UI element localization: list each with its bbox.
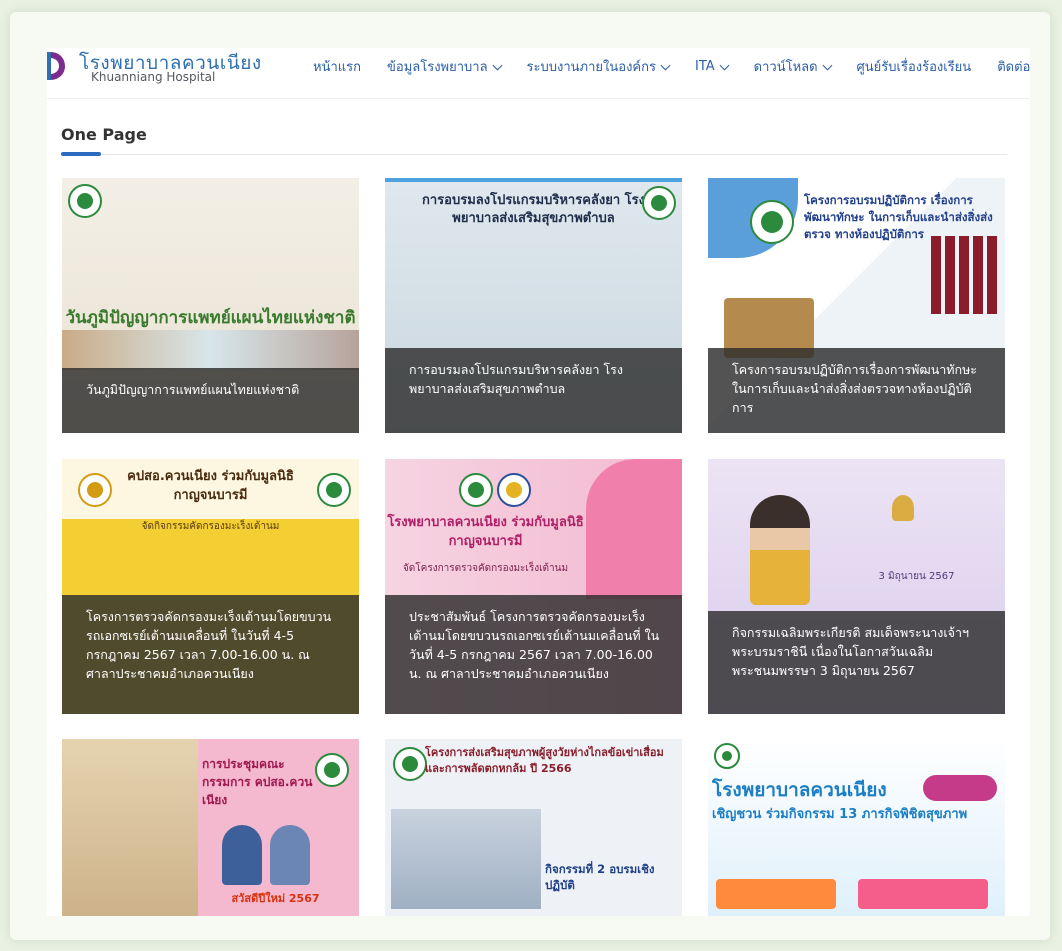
photo-elderly-exercise bbox=[555, 803, 674, 863]
news-card[interactable]: โรงพยาบาลควนเนียง ร่วมกับมูลนิธิกาญจนบาร… bbox=[385, 459, 682, 714]
photo-portrait bbox=[750, 495, 810, 605]
photo-group bbox=[391, 252, 676, 346]
news-card[interactable]: โรงพยาบาลควนเนียง เชิญชวน ร่วมกิจกรรม 13… bbox=[708, 739, 1005, 916]
card-image-subtitle: เชิญชวน ร่วมกิจกรรม 13 ภารกิจพิชิตสุขภาพ bbox=[712, 807, 968, 822]
nav-hospital-info[interactable]: ข้อมูลโรงพยาบาล bbox=[387, 56, 502, 77]
nav-label: ติดต่อเรา bbox=[997, 60, 1030, 75]
foundation-logo-icon bbox=[497, 473, 531, 507]
news-card[interactable]: 3 มิถุนายน 2567 กิจกรรมเฉลิมพระเกียรติ ส… bbox=[708, 459, 1005, 714]
nav-home[interactable]: หน้าแรก bbox=[313, 56, 361, 77]
chevron-down-icon bbox=[660, 60, 671, 70]
photo-meeting-room bbox=[62, 739, 212, 916]
card-image-headline: โครงการส่งเสริมสุขภาพผู้สูงวัยห่างไกลข้อ… bbox=[425, 746, 664, 775]
moph-logo-icon bbox=[642, 186, 676, 220]
card-image-subtitle: สวัสดีปีใหม่ 2567 bbox=[231, 892, 320, 905]
card-image-headline: วันภูมิปัญญาการแพทย์แผนไทยแห่งชาติ bbox=[65, 308, 356, 328]
card-caption: การอบรมลงโปรแกรมบริหารคลังยา โรงพยาบาลส่… bbox=[385, 348, 682, 433]
page: โรงพยาบาลควนเนียง Khuanniang Hospital หน… bbox=[47, 48, 1030, 916]
card-image-subtitle: จัดกิจกรรมคัดกรองมะเร็งเต้านม bbox=[141, 521, 280, 532]
chevron-down-icon bbox=[719, 60, 730, 70]
moph-logo-icon bbox=[750, 200, 794, 244]
news-card[interactable]: การประชุมคณะกรรมการ คปสอ.ควนเนียง สวัสดี… bbox=[62, 739, 359, 916]
royal-emblem-icon bbox=[892, 495, 914, 521]
nav-internal-systems[interactable]: ระบบงานภายในองค์กร bbox=[526, 56, 671, 77]
news-card[interactable]: การอบรมลงโปรแกรมบริหารคลังยา โรงพยาบาลส่… bbox=[385, 178, 682, 433]
card-image-headline: โรงพยาบาลควนเนียง ร่วมกับมูลนิธิกาญจนบาร… bbox=[387, 515, 584, 549]
nav-complaints[interactable]: ศูนย์รับเรื่องร้องเรียน bbox=[857, 56, 972, 77]
section-divider bbox=[61, 154, 1007, 155]
main-nav: หน้าแรก ข้อมูลโรงพยาบาล ระบบงานภายในองค์… bbox=[313, 56, 1030, 77]
moph-logo-icon bbox=[393, 747, 427, 781]
chevron-down-icon bbox=[822, 60, 832, 70]
hospital-logo[interactable] bbox=[47, 50, 67, 82]
card-caption: ประชาสัมพันธ์ โครงการตรวจคัดกรองมะเร็งเต… bbox=[385, 595, 682, 714]
moph-logo-icon bbox=[714, 743, 740, 769]
moph-logo-icon bbox=[315, 753, 349, 787]
nav-download[interactable]: ดาวน์โหลด bbox=[753, 56, 832, 77]
card-caption: วันภูมิปัญญาการแพทย์แผนไทยแห่งชาติ bbox=[62, 368, 359, 433]
nav-label: ITA bbox=[694, 59, 715, 74]
site-header: โรงพยาบาลควนเนียง Khuanniang Hospital หน… bbox=[47, 48, 1030, 99]
photo-group bbox=[391, 809, 541, 909]
photo-test-tubes bbox=[931, 236, 1001, 314]
brand-name-english[interactable]: Khuanniang Hospital bbox=[91, 70, 215, 84]
invite-pill bbox=[923, 775, 997, 801]
card-image-subtitle: กิจกรรมที่ 2 อบรมเชิงปฏิบัติ bbox=[545, 862, 655, 892]
photo-person bbox=[586, 459, 682, 599]
news-card[interactable]: โครงการส่งเสริมสุขภาพผู้สูงวัยห่างไกลข้อ… bbox=[385, 739, 682, 916]
card-image-headline: การอบรมลงโปรแกรมบริหารคลังยา โรงพยาบาลส่… bbox=[422, 193, 645, 226]
card-caption: โครงการอบรมปฏิบัติการเรื่องการพัฒนาทักษะ… bbox=[708, 348, 1005, 433]
card-caption: กิจกรรมเฉลิมพระเกียรติ สมเด็จพระนางเจ้าฯ… bbox=[708, 611, 1005, 714]
label-before bbox=[716, 879, 836, 909]
card-top-bar bbox=[385, 178, 682, 182]
card-image-headline: 3 มิถุนายน 2567 bbox=[878, 571, 955, 582]
moph-logo-icon bbox=[459, 473, 493, 507]
news-card[interactable]: คปสอ.ควนเนียง ร่วมกับมูลนิธิกาญจนบารมี จ… bbox=[62, 459, 359, 714]
section-title: One Page bbox=[61, 125, 147, 144]
card-image-headline: คปสอ.ควนเนียง ร่วมกับมูลนิธิกาญจนบารมี bbox=[127, 469, 294, 503]
nav-label: ระบบงานภายในองค์กร bbox=[526, 60, 656, 75]
nav-label: ข้อมูลโรงพยาบาล bbox=[387, 60, 488, 75]
photo-person bbox=[222, 825, 262, 885]
photo-person bbox=[270, 825, 310, 885]
news-card[interactable]: โครงการอบรมปฏิบัติการ เรื่องการพัฒนาทักษ… bbox=[708, 178, 1005, 433]
nav-ita[interactable]: ITA bbox=[694, 56, 730, 77]
photo-strip bbox=[62, 330, 359, 370]
nav-label: ดาวน์โหลด bbox=[753, 60, 818, 75]
nav-contact[interactable]: ติดต่อเรา bbox=[997, 56, 1030, 77]
photo-group bbox=[68, 188, 353, 284]
card-image-headline: โรงพยาบาลควนเนียง bbox=[712, 779, 887, 801]
label-after bbox=[858, 879, 988, 909]
card-caption: โครงการตรวจคัดกรองมะเร็งเต้านมโดยขบวนรถเ… bbox=[62, 595, 359, 714]
nav-label: หน้าแรก bbox=[313, 60, 361, 75]
nav-label: ศูนย์รับเรื่องร้องเรียน bbox=[856, 60, 972, 75]
section-title-accent bbox=[61, 152, 101, 156]
card-image-headline: การประชุมคณะกรรมการ คปสอ.ควนเนียง bbox=[202, 757, 313, 807]
news-card[interactable]: วันภูมิปัญญาการแพทย์แผนไทยแห่งชาติ วันภู… bbox=[62, 178, 359, 433]
chevron-down-icon bbox=[492, 60, 502, 70]
card-image-subtitle: จัดโครงการตรวจคัดกรองมะเร็งเต้านม bbox=[402, 563, 569, 574]
